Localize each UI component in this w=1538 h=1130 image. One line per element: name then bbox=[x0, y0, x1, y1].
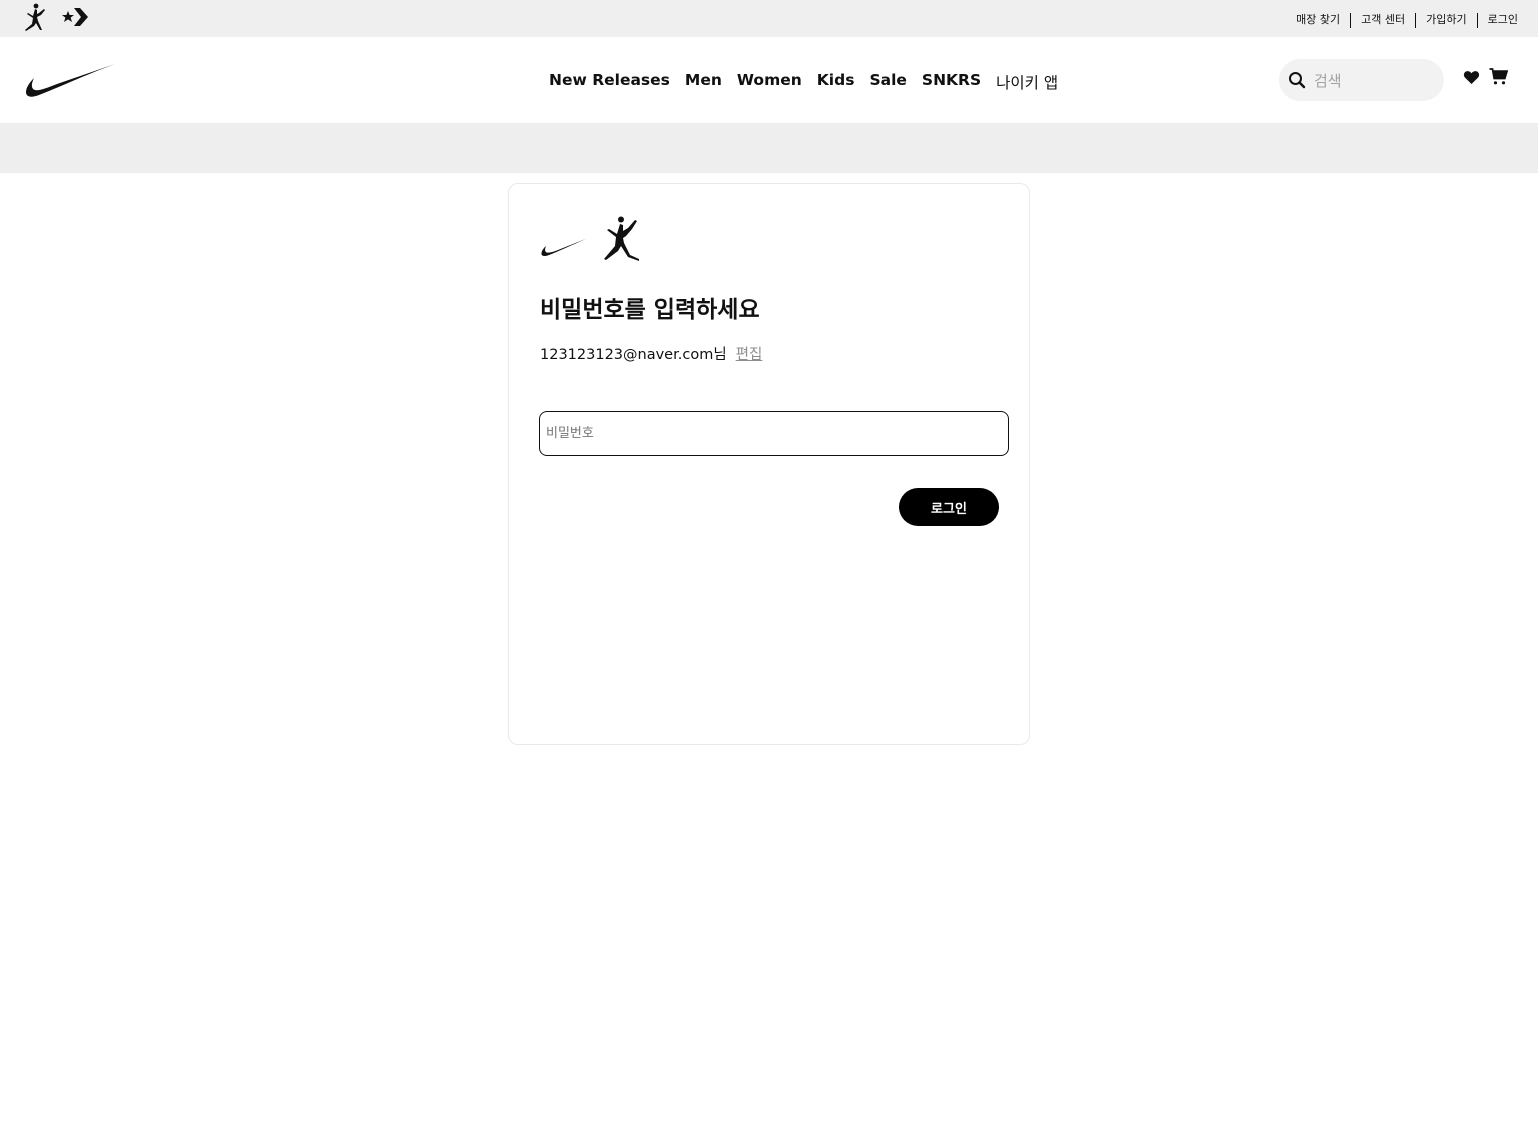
heart-icon[interactable] bbox=[1463, 69, 1480, 86]
password-field[interactable] bbox=[539, 411, 1009, 456]
sign-in-link[interactable]: 로그인 bbox=[1478, 12, 1518, 28]
nav-nike-app[interactable]: 나이키 앱 bbox=[996, 71, 1058, 93]
jordan-jumpman-icon bbox=[604, 216, 639, 261]
primary-nav: New Releases Men Women Kids Sale SNKRS 나… bbox=[549, 71, 1073, 93]
nav-sale[interactable]: Sale bbox=[869, 71, 906, 93]
join-link[interactable]: 가입하기 bbox=[1416, 12, 1476, 28]
cart-icon[interactable] bbox=[1489, 67, 1509, 86]
email-row: 123123123@naver.com님 편집 bbox=[540, 343, 762, 364]
utility-links: 매장 찾기 고객 센터 가입하기 로그인 bbox=[1286, 12, 1518, 28]
search-box[interactable] bbox=[1279, 59, 1444, 103]
promo-banner-strip bbox=[0, 123, 1538, 173]
edit-email-link[interactable]: 편집 bbox=[736, 347, 763, 363]
help-center-link[interactable]: 고객 센터 bbox=[1351, 12, 1415, 28]
store-finder-link[interactable]: 매장 찾기 bbox=[1286, 12, 1350, 28]
nav-kids[interactable]: Kids bbox=[817, 71, 855, 93]
nav-new-releases[interactable]: New Releases bbox=[549, 71, 670, 93]
nav-women[interactable]: Women bbox=[737, 71, 802, 93]
nike-swoosh-icon[interactable] bbox=[25, 61, 117, 99]
login-card: 비밀번호를 입력하세요 123123123@naver.com님 편집 로그인 bbox=[508, 183, 1030, 745]
search-icon[interactable] bbox=[1288, 71, 1306, 89]
utility-bar: 매장 찾기 고객 센터 가입하기 로그인 bbox=[0, 0, 1538, 37]
jordan-jumpman-icon[interactable] bbox=[19, 2, 51, 34]
nike-swoosh-icon bbox=[541, 238, 588, 257]
sign-in-button[interactable]: 로그인 bbox=[899, 488, 999, 526]
nav-men[interactable]: Men bbox=[685, 71, 722, 93]
converse-star-chevron-icon[interactable] bbox=[60, 2, 90, 32]
search-input[interactable] bbox=[1312, 59, 1436, 103]
nav-snkrs[interactable]: SNKRS bbox=[922, 71, 981, 93]
main-navigation: New Releases Men Women Kids Sale SNKRS 나… bbox=[0, 37, 1538, 123]
account-email: 123123123@naver.com님 bbox=[540, 347, 727, 363]
page-title: 비밀번호를 입력하세요 bbox=[540, 297, 760, 323]
